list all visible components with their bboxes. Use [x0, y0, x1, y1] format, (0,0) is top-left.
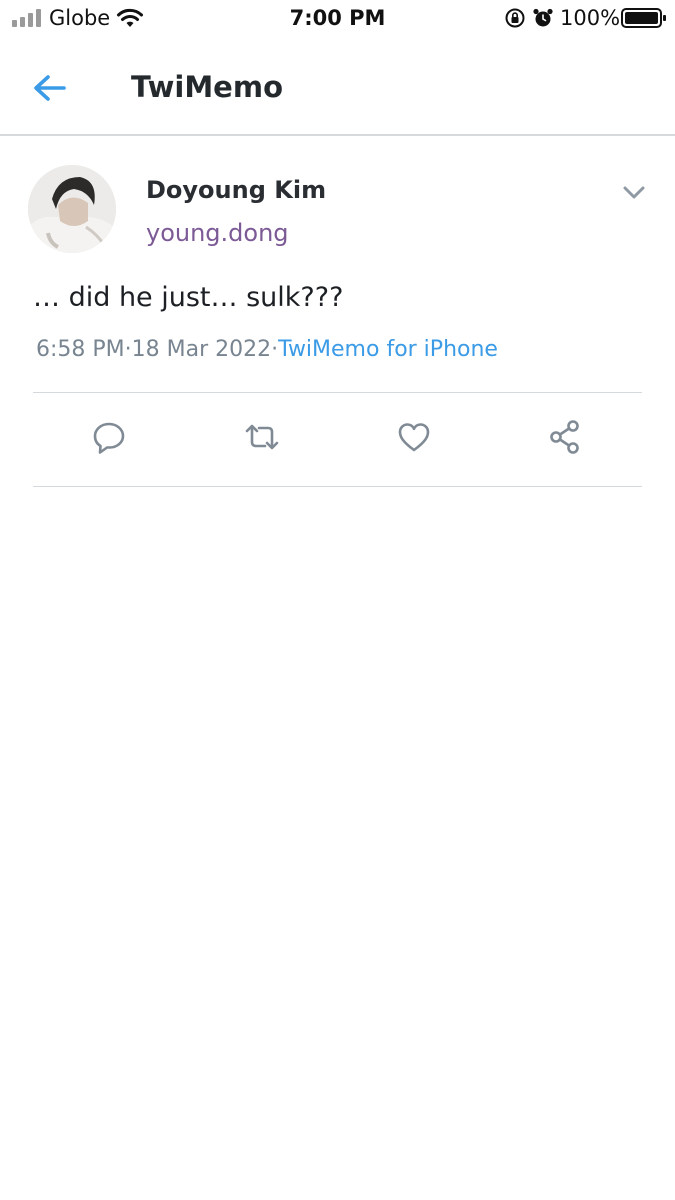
chevron-down-icon[interactable] [620, 180, 648, 204]
divider [33, 486, 642, 487]
status-bar: Globe 7:00 PM 100% [0, 0, 675, 38]
nav-bar: TwiMemo [0, 38, 675, 136]
username[interactable]: young.dong [146, 217, 289, 249]
share-button[interactable] [546, 417, 586, 457]
alarm-icon [533, 8, 553, 27]
like-icon [398, 423, 430, 452]
tweet-source-link[interactable]: TwiMemo for iPhone [278, 337, 498, 362]
avatar-photo [28, 165, 116, 253]
display-name[interactable]: Doyoung Kim [146, 174, 326, 206]
meta-separator: · [124, 337, 132, 362]
tweet-meta: 6:58 PM·18 Mar 2022·TwiMemo for iPhone [36, 335, 498, 365]
divider [33, 392, 642, 393]
back-arrow-icon[interactable] [28, 68, 72, 108]
retweet-icon [245, 424, 279, 450]
tweet-date: 18 Mar 2022 [131, 337, 272, 362]
orientation-lock-icon [505, 8, 525, 28]
reply-icon [93, 422, 125, 454]
tweet-time: 6:58 PM [36, 337, 125, 362]
page-title: TwiMemo [131, 70, 283, 104]
like-button[interactable] [394, 417, 434, 457]
battery-icon [621, 8, 666, 28]
tweet-text: … did he just… sulk??? [33, 282, 344, 313]
avatar[interactable] [28, 165, 116, 253]
reply-button[interactable] [89, 417, 129, 457]
retweet-button[interactable] [242, 417, 282, 457]
share-icon [550, 420, 579, 454]
battery-percentage: 100% [560, 6, 621, 30]
